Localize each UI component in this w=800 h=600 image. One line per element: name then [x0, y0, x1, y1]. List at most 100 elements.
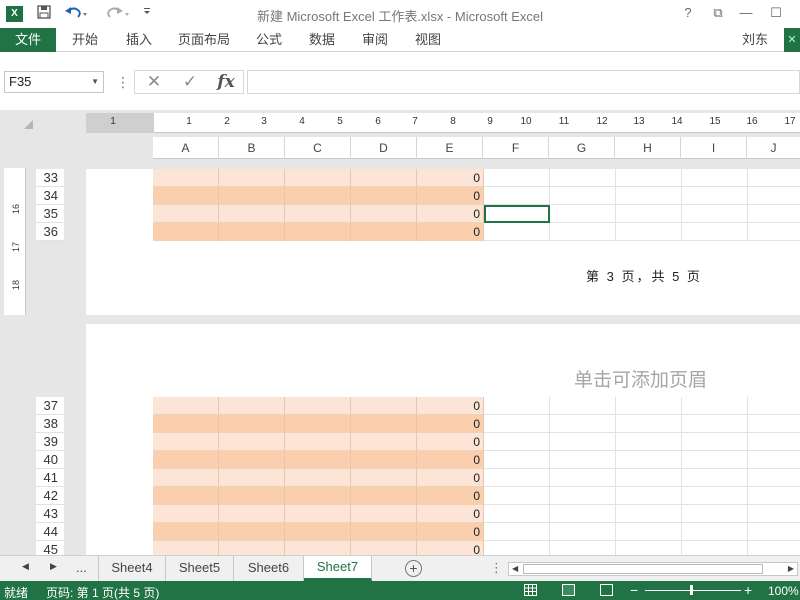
table-cell[interactable]	[351, 487, 417, 505]
empty-cell[interactable]	[616, 205, 682, 223]
empty-cell[interactable]	[616, 187, 682, 205]
table-cell[interactable]	[153, 223, 219, 241]
table-cell[interactable]	[219, 223, 285, 241]
table-cell[interactable]	[285, 451, 351, 469]
empty-cell[interactable]	[748, 223, 800, 241]
column-header-j[interactable]: J	[747, 137, 800, 159]
user-account[interactable]: 刘东	[742, 28, 768, 52]
row-header[interactable]: 40	[36, 451, 64, 469]
table-cell[interactable]	[219, 205, 285, 223]
table-cell[interactable]	[153, 487, 219, 505]
tab-file[interactable]: 文件	[0, 28, 56, 52]
normal-view-icon[interactable]	[524, 584, 537, 596]
row-header[interactable]: 44	[36, 523, 64, 541]
row-header[interactable]: 45	[36, 541, 64, 555]
tab-sheet4[interactable]: Sheet4	[98, 556, 166, 581]
empty-cell[interactable]	[484, 169, 550, 187]
table-cell[interactable]	[153, 415, 219, 433]
empty-cell[interactable]	[550, 223, 616, 241]
tab-page-layout[interactable]: 页面布局	[178, 28, 230, 52]
tab-home[interactable]: 开始	[72, 28, 98, 52]
scrollbar-thumb[interactable]	[523, 564, 763, 574]
tabs-splitter-icon[interactable]: ⋮	[490, 560, 503, 576]
ribbon-display-options-button[interactable]: ⧉	[708, 4, 728, 22]
horizontal-scrollbar[interactable]: ◀ ▶	[508, 562, 798, 576]
table-cell[interactable]	[153, 469, 219, 487]
tab-sheet6[interactable]: Sheet6	[234, 556, 304, 581]
zoom-slider[interactable]	[645, 590, 741, 591]
empty-grid-region[interactable]	[484, 397, 800, 555]
table-cell[interactable]	[153, 505, 219, 523]
column-header-g[interactable]: G	[549, 137, 615, 159]
empty-cell[interactable]	[682, 187, 748, 205]
table-cell[interactable]	[351, 541, 417, 555]
table-cell[interactable]	[285, 223, 351, 241]
tab-data[interactable]: 数据	[309, 28, 335, 52]
column-header-a[interactable]: A	[153, 137, 219, 159]
empty-cell[interactable]	[550, 187, 616, 205]
table-cell[interactable]	[219, 487, 285, 505]
table-cell[interactable]: 0	[417, 187, 484, 205]
column-header-b[interactable]: B	[219, 137, 285, 159]
table-cell[interactable]	[153, 433, 219, 451]
table-cell[interactable]	[351, 205, 417, 223]
table-cell[interactable]	[153, 187, 219, 205]
table-cell[interactable]: 0	[417, 223, 484, 241]
scroll-right-icon[interactable]: ▶	[788, 563, 794, 575]
table-cell[interactable]	[153, 523, 219, 541]
table-cell[interactable]	[351, 415, 417, 433]
tab-view[interactable]: 视图	[415, 28, 441, 52]
table-cell[interactable]	[351, 505, 417, 523]
table-cell[interactable]	[285, 187, 351, 205]
row-header[interactable]: 33	[36, 169, 64, 187]
table-cell[interactable]	[351, 397, 417, 415]
table-cell[interactable]: 0	[417, 541, 484, 555]
table-cell[interactable]	[351, 469, 417, 487]
empty-cell[interactable]	[682, 169, 748, 187]
table-cell[interactable]	[219, 169, 285, 187]
table-cell[interactable]	[285, 205, 351, 223]
table-cell[interactable]	[351, 223, 417, 241]
table-cell[interactable]: 0	[417, 169, 484, 187]
empty-cell[interactable]	[550, 205, 616, 223]
tab-review[interactable]: 审阅	[362, 28, 388, 52]
formula-bar-grip-icon[interactable]: ⋮	[116, 71, 130, 93]
formula-input[interactable]	[247, 70, 800, 94]
cancel-icon[interactable]: ✕	[139, 71, 169, 93]
empty-cell[interactable]	[748, 205, 800, 223]
table-cell[interactable]: 0	[417, 205, 484, 223]
table-cell[interactable]	[351, 187, 417, 205]
table-cell[interactable]	[285, 541, 351, 555]
table-cell[interactable]	[219, 505, 285, 523]
table-cell[interactable]: 0	[417, 397, 484, 415]
table-cell[interactable]	[153, 205, 219, 223]
row-header[interactable]: 35	[36, 205, 64, 223]
table-cell[interactable]: 0	[417, 487, 484, 505]
zoom-in-button[interactable]: +	[744, 582, 752, 598]
table-cell[interactable]	[351, 451, 417, 469]
row-header[interactable]: 39	[36, 433, 64, 451]
more-sheets-button[interactable]: ...	[76, 560, 87, 575]
table-cell[interactable]: 0	[417, 505, 484, 523]
empty-cell[interactable]	[484, 187, 550, 205]
table-cell[interactable]	[351, 433, 417, 451]
table-cell[interactable]	[219, 415, 285, 433]
table-cell[interactable]: 0	[417, 433, 484, 451]
next-sheet-icon[interactable]: ▶	[50, 561, 57, 572]
empty-cell[interactable]	[748, 187, 800, 205]
row-header[interactable]: 37	[36, 397, 64, 415]
prev-sheet-icon[interactable]: ◀	[22, 561, 29, 572]
column-header-e[interactable]: E	[417, 137, 483, 159]
empty-cell[interactable]	[616, 223, 682, 241]
row-header[interactable]: 34	[36, 187, 64, 205]
table-cell[interactable]	[285, 169, 351, 187]
column-header-d[interactable]: D	[351, 137, 417, 159]
empty-cell[interactable]	[616, 169, 682, 187]
zoom-slider-thumb[interactable]	[690, 585, 693, 595]
table-cell[interactable]	[285, 415, 351, 433]
table-cell[interactable]	[285, 487, 351, 505]
add-sheet-icon[interactable]: +	[405, 560, 422, 577]
table-cell[interactable]	[219, 397, 285, 415]
table-cell[interactable]: 0	[417, 523, 484, 541]
table-cell[interactable]	[285, 469, 351, 487]
